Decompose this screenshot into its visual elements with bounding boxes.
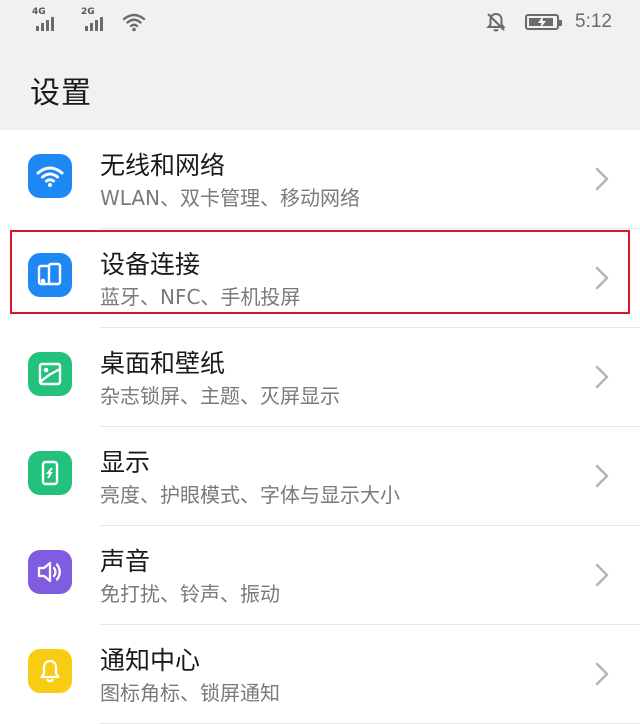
item-title: 显示 (100, 448, 151, 477)
chevron-right-icon (595, 662, 609, 686)
network-type-label: 4G (32, 7, 46, 17)
item-subtitle: WLAN、双卡管理、移动网络 (100, 186, 361, 210)
wallpaper-icon (28, 352, 72, 396)
speaker-icon (28, 550, 72, 594)
network-type-label: 2G (81, 7, 95, 17)
settings-item-wireless-network[interactable]: 无线和网络 WLAN、双卡管理、移动网络 (0, 130, 640, 229)
display-icon (28, 451, 72, 495)
status-left: 4G 2G (32, 7, 146, 32)
chevron-right-icon (595, 464, 609, 488)
settings-item-display[interactable]: 显示 亮度、护眼模式、字体与显示大小 (0, 427, 640, 526)
item-title: 通知中心 (100, 646, 201, 675)
item-title: 声音 (100, 547, 151, 576)
settings-item-notification-center[interactable]: 通知中心 图标角标、锁屏通知 (0, 625, 640, 724)
settings-item-desktop-wallpaper[interactable]: 桌面和壁纸 杂志锁屏、主题、灭屏显示 (0, 328, 640, 427)
item-subtitle: 蓝牙、NFC、手机投屏 (100, 285, 301, 309)
item-subtitle: 免打扰、铃声、振动 (100, 582, 280, 606)
item-subtitle: 图标角标、锁屏通知 (100, 681, 280, 705)
chevron-right-icon (595, 167, 609, 191)
settings-item-sound[interactable]: 声音 免打扰、铃声、振动 (0, 526, 640, 625)
item-title: 设备连接 (100, 250, 201, 279)
bell-muted-icon (486, 12, 506, 32)
settings-list: 无线和网络 WLAN、双卡管理、移动网络 设备连接 蓝牙、NFC、手机投屏 桌面… (0, 130, 640, 724)
chevron-right-icon (595, 266, 609, 290)
wifi-icon (122, 13, 146, 32)
header: 设置 (0, 44, 640, 130)
page-title: 设置 (30, 76, 92, 111)
status-time: 5:12 (575, 11, 612, 32)
status-bar: 4G 2G 5:12 (0, 0, 640, 44)
item-subtitle: 杂志锁屏、主题、灭屏显示 (100, 384, 340, 408)
status-right: 5:12 (485, 11, 612, 33)
bell-icon (28, 649, 72, 693)
settings-item-device-connection[interactable]: 设备连接 蓝牙、NFC、手机投屏 (0, 229, 640, 328)
item-subtitle: 亮度、护眼模式、字体与显示大小 (100, 483, 400, 507)
battery-charging-icon (525, 14, 563, 30)
device-connection-icon (28, 253, 72, 297)
wifi-icon (28, 154, 72, 198)
item-title: 无线和网络 (100, 151, 226, 180)
signal-icon: 4G (32, 7, 59, 31)
chevron-right-icon (595, 365, 609, 389)
chevron-right-icon (595, 563, 609, 587)
signal-icon: 2G (81, 7, 108, 31)
item-title: 桌面和壁纸 (100, 349, 226, 378)
